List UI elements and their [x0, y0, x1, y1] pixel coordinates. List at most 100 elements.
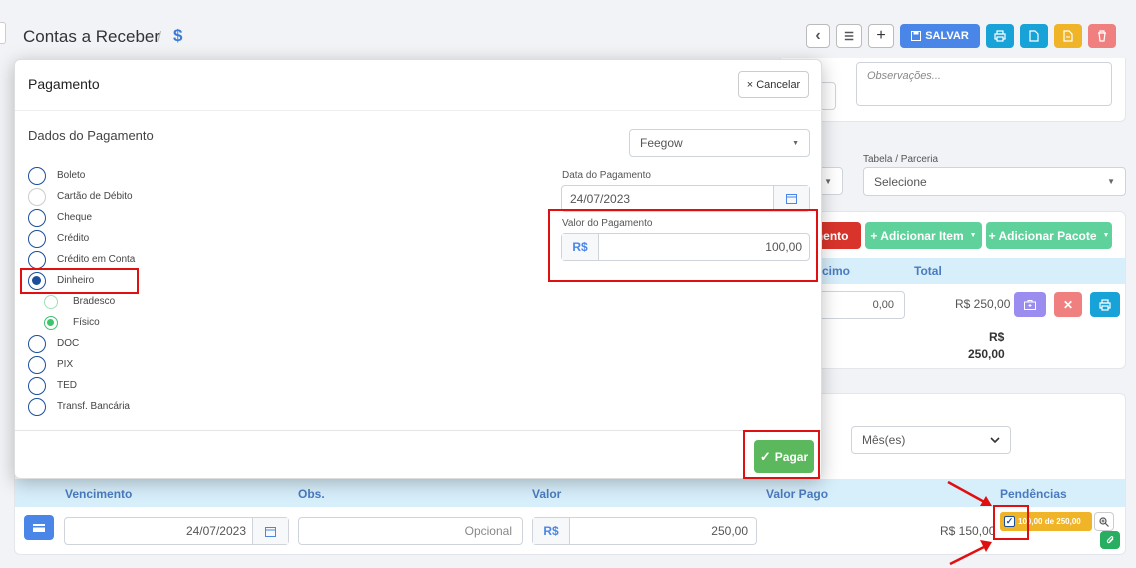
radio-fisico[interactable] [44, 316, 58, 330]
gateway-value: Feegow [640, 136, 683, 150]
date-label: Data do Pagamento [562, 170, 651, 181]
modal-footer-divider [15, 430, 823, 431]
radio-doc[interactable] [28, 335, 46, 353]
adicionar-pacote-label: + Adicionar Pacote [988, 228, 1097, 243]
radio-label-pix: PIX [57, 359, 74, 370]
left-edge-tab[interactable] [0, 22, 6, 44]
tabela-label: Tabela / Parceria [863, 154, 939, 165]
annotation-arrow-top [947, 480, 992, 506]
chevron-down-icon [990, 437, 1000, 443]
desconto-value: 0,00 [872, 299, 894, 311]
save-button[interactable]: SALVAR [900, 24, 980, 48]
periodo-value: Mês(es) [862, 433, 906, 447]
document-button[interactable] [1020, 24, 1048, 48]
print-button[interactable] [986, 24, 1014, 48]
col-vencimento-header: Vencimento [65, 487, 133, 501]
floppy-icon [911, 31, 922, 41]
tabela-value: Selecione [874, 174, 927, 189]
zoom-button[interactable] [1094, 512, 1114, 531]
sum-currency: R$ [989, 330, 1005, 344]
caret-down-icon: ▼ [1102, 232, 1110, 239]
close-icon: ✕ [1062, 297, 1074, 312]
annotation-box-pagar [743, 430, 820, 479]
plus-icon: + [876, 27, 886, 44]
gateway-select[interactable]: Feegow ▼ [629, 129, 810, 157]
item-print-button[interactable] [1090, 292, 1120, 317]
col-valor-pago-header: Valor Pago [766, 487, 829, 501]
payment-modal: Pagamento × Cancelar Dados do Pagamento … [14, 59, 823, 479]
radio-boleto[interactable] [28, 167, 46, 185]
radio-label-boleto: Boleto [57, 170, 86, 181]
annotation-box-valor [548, 209, 818, 282]
radio-cheque[interactable] [28, 209, 46, 227]
radio-transf-bancaria[interactable] [28, 398, 46, 416]
calendar-icon [786, 194, 797, 204]
vencimento-value: 24/07/2023 [185, 524, 246, 538]
radio-label-bradesco: Bradesco [73, 296, 116, 307]
modal-header-divider [15, 110, 823, 111]
periodo-select[interactable]: Mês(es) [851, 426, 1011, 454]
dollar-icon: $ [173, 26, 183, 45]
card-icon [33, 523, 45, 532]
radio-label-credito-em-conta: Crédito em Conta [57, 254, 136, 265]
annotation-box-pendencia [993, 505, 1029, 540]
caret-down-icon: ▼ [969, 232, 977, 239]
col-obs-header: Obs. [298, 487, 325, 501]
obs-input[interactable]: Opcional [298, 517, 523, 545]
modal-title: Pagamento [28, 76, 100, 92]
delete-button[interactable] [1088, 24, 1116, 48]
file-icon [1063, 30, 1073, 42]
col-total-header: Total [914, 264, 942, 278]
calendar-button[interactable] [252, 518, 288, 544]
observacoes-placeholder: Observações... [867, 70, 941, 82]
caret-down-icon: ▼ [1107, 177, 1115, 186]
adicionar-item-button[interactable]: + Adicionar Item ▼ [865, 222, 982, 249]
chevron-left-icon: ‹ [815, 27, 821, 44]
radio-label-credito: Crédito [57, 233, 90, 244]
pdf-button[interactable] [1054, 24, 1082, 48]
calendar-icon [265, 526, 276, 537]
radio-ted[interactable] [28, 377, 46, 395]
radio-cartao-debito[interactable] [28, 188, 46, 206]
date-value: 24/07/2023 [570, 191, 631, 206]
calendar-button[interactable] [773, 186, 809, 211]
tabela-select[interactable]: Selecione ▼ [863, 167, 1126, 196]
breadcrumb-separator: / [157, 29, 162, 46]
print-icon [994, 30, 1006, 42]
radio-credito-em-conta[interactable] [28, 251, 46, 269]
annotation-arrow-bottom [949, 540, 992, 566]
list-button[interactable]: ☰ [836, 24, 862, 48]
caret-down-icon: ▼ [824, 176, 832, 186]
radio-label-doc: DOC [57, 338, 80, 349]
col-desconto-header: cimo [822, 264, 851, 278]
zoom-in-icon [1099, 516, 1109, 527]
observacoes-textarea[interactable]: Observações... [856, 62, 1112, 106]
radio-credito[interactable] [28, 230, 46, 248]
cancel-button[interactable]: × Cancelar [738, 71, 809, 98]
radio-label-transf-bancaria: Transf. Bancária [57, 401, 130, 412]
radio-pix[interactable] [28, 356, 46, 374]
radio-bradesco[interactable] [44, 295, 58, 309]
paperclip-icon [1106, 536, 1113, 544]
add-button[interactable]: + [868, 24, 894, 48]
item-remove-button[interactable]: ✕ [1054, 292, 1082, 317]
radio-label-fisico: Físico [73, 317, 100, 328]
sum-value: 250,00 [968, 347, 1005, 361]
vencimento-input[interactable]: 24/07/2023 [64, 517, 289, 545]
attach-button[interactable] [1100, 531, 1120, 549]
col-pendencias-header: Pendências [1000, 487, 1067, 501]
annotation-box-dinheiro [20, 268, 139, 294]
section-title: Dados do Pagamento [28, 128, 154, 143]
valor-input[interactable]: R$ 250,00 [532, 517, 757, 545]
print-icon [1099, 298, 1111, 311]
item-total: R$ 250,00 [955, 297, 1011, 311]
list-icon: ☰ [844, 30, 854, 43]
installment-expand-button[interactable] [24, 515, 54, 540]
item-action-button[interactable] [1014, 292, 1046, 317]
valor-currency: R$ [533, 518, 570, 544]
previous-button[interactable]: ‹ [806, 24, 830, 48]
adicionar-pacote-button[interactable]: + Adicionar Pacote ▼ [986, 222, 1112, 249]
document-icon [1029, 30, 1039, 42]
date-input[interactable]: 24/07/2023 [561, 185, 810, 212]
col-valor-header: Valor [532, 487, 562, 501]
